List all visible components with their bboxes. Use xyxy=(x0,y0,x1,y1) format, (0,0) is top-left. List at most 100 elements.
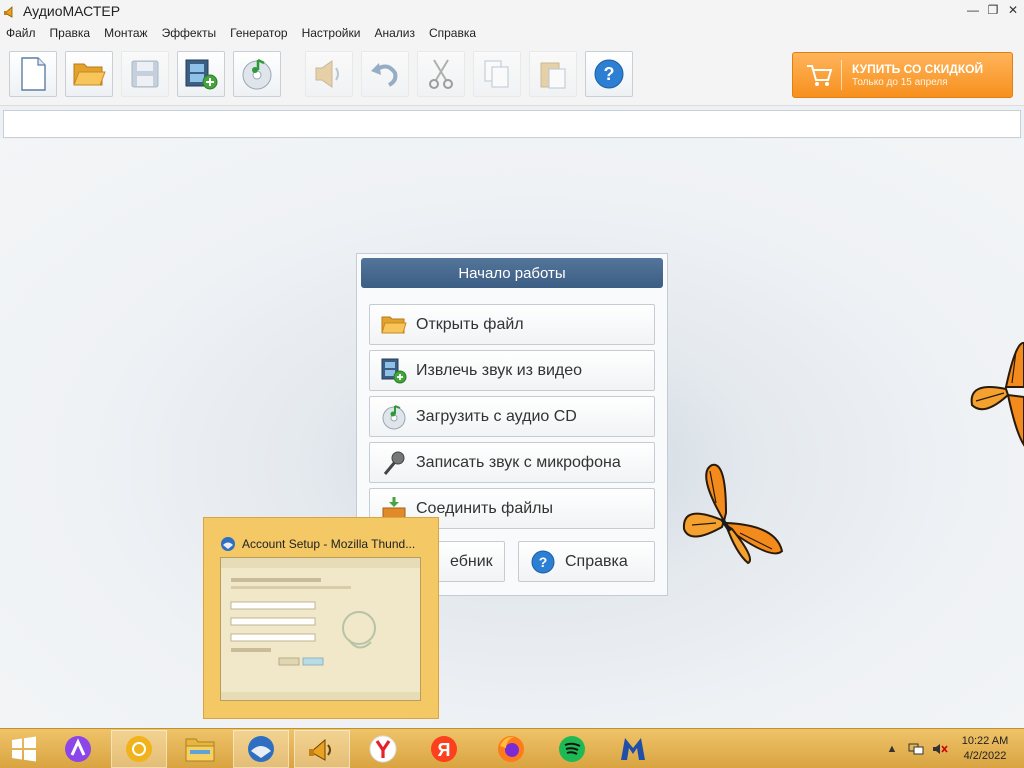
floppy-disk-icon xyxy=(131,60,159,88)
buy-title: КУПИТЬ СО СКИДКОЙ xyxy=(852,62,984,76)
taskbar-malwarebytes[interactable] xyxy=(605,730,661,768)
help-label: Справка xyxy=(565,552,628,570)
menu-settings[interactable]: Настройки xyxy=(302,26,361,40)
clock-date: 4/2/2022 xyxy=(963,750,1007,762)
audio-cd-icon xyxy=(242,58,272,90)
open-file-panel-button[interactable]: Открыть файл xyxy=(369,304,655,345)
help-icon: ? xyxy=(531,550,555,573)
taskbar-audiomaster[interactable] xyxy=(294,730,350,768)
play-button[interactable] xyxy=(305,51,353,97)
svg-text:?: ? xyxy=(604,64,615,84)
shopping-cart-icon xyxy=(807,65,833,86)
audiomaster-logo-icon xyxy=(309,738,331,761)
speaker-icon xyxy=(315,60,339,88)
toolbar: ? КУПИТЬ СО СКИДКОЙ Только до 15 апреля xyxy=(0,44,1024,106)
copy-icon xyxy=(484,60,509,88)
butterfly-decoration xyxy=(682,463,784,565)
paste-button[interactable] xyxy=(529,51,577,97)
film-add-icon xyxy=(381,358,407,383)
taskbar-firefox[interactable] xyxy=(483,730,539,768)
new-file-button[interactable] xyxy=(9,51,57,97)
windows-logo-icon xyxy=(12,736,36,762)
record-mic-panel-button[interactable]: Записать звук с микрофона xyxy=(369,442,655,483)
clock[interactable]: 10:22 AM 4/2/2022 xyxy=(952,734,1018,764)
track-info-bar xyxy=(3,110,1021,138)
start-button[interactable] xyxy=(0,730,48,768)
menu-file[interactable]: Файл xyxy=(6,26,36,40)
extract-video-button[interactable] xyxy=(177,51,225,97)
microphone-icon xyxy=(383,451,405,475)
title-bar: АудиоМАСТЕР — ❐ ✕ xyxy=(0,0,1024,22)
record-mic-label: Записать звук с микрофона xyxy=(416,453,621,471)
clock-time: 10:22 AM xyxy=(961,735,1009,747)
system-tray: ▲ 10:22 AM 4/2/2022 xyxy=(880,729,1024,768)
thunderbird-icon xyxy=(221,537,235,551)
butterfly-decoration-edge xyxy=(970,342,1024,447)
cut-button[interactable] xyxy=(417,51,465,97)
load-cd-panel-button[interactable]: Загрузить с аудио CD xyxy=(369,396,655,437)
volume-muted-icon[interactable] xyxy=(931,740,949,758)
close-icon[interactable]: ✕ xyxy=(1006,2,1020,18)
audio-cd-icon xyxy=(382,404,406,429)
load-cd-button[interactable] xyxy=(233,51,281,97)
audiomaster-logo-icon xyxy=(4,6,13,18)
buy-discount-button[interactable]: КУПИТЬ СО СКИДКОЙ Только до 15 апреля xyxy=(792,52,1013,98)
menu-edit[interactable]: Правка xyxy=(50,26,91,40)
alice-assistant-icon xyxy=(65,736,91,762)
undo-icon xyxy=(371,63,398,87)
window-title: АудиоМАСТЕР xyxy=(23,3,121,19)
firefox-icon xyxy=(498,736,524,762)
workspace: Начало работы Открыть файл Извлечь звук … xyxy=(0,139,1024,729)
taskbar-chrome[interactable] xyxy=(111,730,167,768)
menu-bar: Файл Правка Монтаж Эффекты Генератор Нас… xyxy=(0,22,1024,44)
open-file-button[interactable] xyxy=(65,51,113,97)
taskbar-yandex-browser[interactable] xyxy=(355,730,411,768)
copy-button[interactable] xyxy=(473,51,521,97)
network-icon[interactable] xyxy=(907,740,925,758)
help-button[interactable]: ? xyxy=(585,51,633,97)
paste-icon xyxy=(540,62,566,89)
thunderbird-icon xyxy=(248,736,274,762)
taskbar-thunderbird[interactable] xyxy=(233,730,289,768)
save-button[interactable] xyxy=(121,51,169,97)
svg-text:Я: Я xyxy=(438,740,451,760)
join-files-label: Соединить файлы xyxy=(416,499,553,517)
chevron-up-icon[interactable]: ▲ xyxy=(883,740,901,758)
svg-text:?: ? xyxy=(539,554,548,570)
taskbar-spotify[interactable] xyxy=(544,730,600,768)
menu-generator[interactable]: Генератор xyxy=(230,26,287,40)
new-document-icon xyxy=(21,57,46,91)
minimize-icon[interactable]: — xyxy=(966,2,980,18)
folder-icon xyxy=(381,316,407,333)
taskbar-alice[interactable] xyxy=(50,730,106,768)
browser-ring-icon xyxy=(126,736,152,762)
menu-analysis[interactable]: Анализ xyxy=(374,26,415,40)
scissors-icon xyxy=(429,59,453,89)
taskbar-yandex[interactable]: Я xyxy=(416,730,472,768)
restore-icon[interactable]: ❐ xyxy=(986,2,1000,18)
help-icon: ? xyxy=(594,59,624,89)
folder-open-icon xyxy=(73,63,106,86)
open-file-label: Открыть файл xyxy=(416,315,524,333)
malwarebytes-icon xyxy=(621,738,645,760)
menu-effects[interactable]: Эффекты xyxy=(162,26,217,40)
thunderbird-window-preview xyxy=(220,557,421,701)
extract-audio-panel-button[interactable]: Извлечь звук из видео xyxy=(369,350,655,391)
undo-button[interactable] xyxy=(361,51,409,97)
help-panel-button[interactable]: ? Справка xyxy=(518,541,655,582)
spotify-icon xyxy=(559,736,585,762)
extract-audio-label: Извлечь звук из видео xyxy=(416,361,583,379)
buy-subtitle: Только до 15 апреля xyxy=(852,77,948,88)
file-explorer-icon xyxy=(185,738,215,762)
yandex-icon: Я xyxy=(431,736,457,762)
load-cd-label: Загрузить с аудио CD xyxy=(416,407,577,425)
taskbar-thumbnail-preview[interactable]: Account Setup - Mozilla Thund... xyxy=(203,517,439,719)
taskbar: Я ▲ 10:22 AM 4/2/2022 xyxy=(0,728,1024,768)
menu-help[interactable]: Справка xyxy=(429,26,476,40)
taskbar-file-explorer[interactable] xyxy=(172,730,228,768)
yandex-browser-icon xyxy=(369,735,397,763)
film-add-icon xyxy=(185,59,218,90)
thumbnail-title: Account Setup - Mozilla Thund... xyxy=(242,537,416,551)
menu-montage[interactable]: Монтаж xyxy=(104,26,148,40)
tutorial-label: ебник xyxy=(450,552,493,570)
